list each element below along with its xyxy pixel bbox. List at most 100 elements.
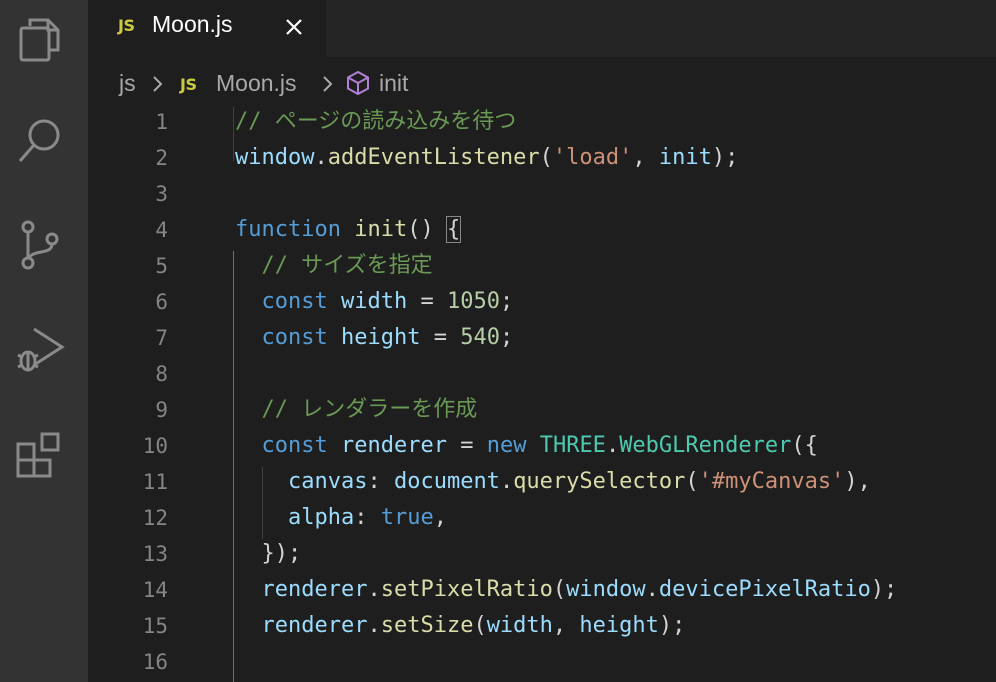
breadcrumb-folder[interactable]: js xyxy=(119,70,136,97)
code-token-punct xyxy=(235,289,262,314)
tab-moon-js[interactable]: JS Moon.js xyxy=(88,0,326,57)
line-code: const width = 1050; xyxy=(235,284,514,320)
code-line[interactable]: 9 // レンダラーを作成 xyxy=(88,392,996,428)
code-token-var: devicePixelRatio xyxy=(658,577,871,602)
js-file-icon: JS xyxy=(180,75,197,94)
code-line[interactable]: 15 renderer.setSize(width, height); xyxy=(88,608,996,644)
code-token-punct xyxy=(328,325,341,350)
source-control-icon[interactable] xyxy=(14,219,66,271)
breadcrumb-file[interactable]: Moon.js xyxy=(216,70,297,97)
line-number: 4 xyxy=(155,218,168,242)
line-code: canvas: document.querySelector('#myCanva… xyxy=(235,464,871,500)
code-token-punct: : xyxy=(354,505,381,530)
code-token-var: window xyxy=(235,145,315,170)
code-token-punct xyxy=(328,433,341,458)
code-token-class: THREE xyxy=(539,433,606,458)
line-number: 14 xyxy=(142,578,168,602)
code-line[interactable]: 4 function init() { xyxy=(88,212,996,248)
line-number: 7 xyxy=(155,326,168,350)
code-token-func: addEventListener xyxy=(327,145,540,170)
line-number: 2 xyxy=(155,146,168,170)
line-number: 9 xyxy=(155,398,168,422)
chevron-right-icon xyxy=(323,76,333,92)
line-number: 10 xyxy=(142,434,168,458)
code-token-punct xyxy=(341,217,354,242)
code-token-func: setPixelRatio xyxy=(380,577,553,602)
line-code: window.addEventListener('load', init); xyxy=(235,140,738,176)
code-token-punct: ( xyxy=(473,613,487,638)
line-number: 13 xyxy=(142,542,168,566)
code-token-bracket: { xyxy=(445,216,462,243)
code-editor[interactable]: 1// ページの読み込みを待つ 2 window.addEventListener(… xyxy=(88,107,996,682)
code-line[interactable]: 16 xyxy=(88,644,996,680)
run-debug-icon[interactable] xyxy=(14,323,66,375)
explorer-icon[interactable] xyxy=(14,12,66,64)
code-token-var: document xyxy=(393,469,500,494)
code-token-punct: () xyxy=(407,217,447,242)
code-token-punct xyxy=(235,541,262,566)
code-token-punct: ); xyxy=(711,145,739,170)
line-number: 16 xyxy=(142,650,168,674)
line-number: 11 xyxy=(142,470,168,494)
breadcrumb-symbol[interactable]: init xyxy=(379,70,408,97)
code-token-punct: }); xyxy=(261,541,302,566)
code-token-punct: , xyxy=(552,613,580,638)
line-code: // サイズを指定 xyxy=(235,248,433,284)
code-token-number: 1050 xyxy=(446,289,500,314)
line-code: // レンダラーを作成 xyxy=(235,392,478,428)
code-token-var: renderer xyxy=(340,433,447,458)
code-line[interactable]: 2 window.addEventListener('load', init); xyxy=(88,140,996,176)
code-line[interactable]: 1 // ページの読み込みを待つ xyxy=(88,104,996,140)
search-icon[interactable] xyxy=(14,115,66,167)
code-token-comment: // レンダラーを作成 xyxy=(261,397,478,422)
indent-guide xyxy=(233,107,234,161)
close-icon[interactable] xyxy=(282,15,306,39)
code-line[interactable]: 12 alpha: true, xyxy=(88,500,996,536)
code-token-punct: . xyxy=(499,469,514,494)
line-code: renderer.setSize(width, height); xyxy=(235,608,686,644)
code-token-var: width xyxy=(486,613,553,638)
code-token-punct: , xyxy=(433,505,447,530)
line-number: 8 xyxy=(155,362,168,386)
code-token-punct: ({ xyxy=(791,433,818,458)
code-line[interactable]: 8 xyxy=(88,356,996,392)
line-code: const height = 540; xyxy=(235,320,514,356)
code-line[interactable]: 6 const width = 1050; xyxy=(88,284,996,320)
chevron-right-icon xyxy=(153,76,163,92)
code-token-keyword: true xyxy=(380,505,434,530)
code-line[interactable]: 10 const renderer = new THREE.WebGLRende… xyxy=(88,428,996,464)
line-number: 3 xyxy=(155,182,168,206)
line-code: // ページの読み込みを待つ xyxy=(235,104,516,140)
code-token-punct: . xyxy=(367,577,381,602)
code-token-var: renderer xyxy=(261,577,368,602)
line-code: }); xyxy=(235,536,302,572)
line-code: renderer.setPixelRatio(window.devicePixe… xyxy=(235,572,898,608)
code-token-punct xyxy=(235,433,262,458)
code-token-punct: ( xyxy=(685,469,699,494)
code-token-punct: ; xyxy=(499,289,514,314)
code-line[interactable]: 11 canvas: document.querySelector('#myCa… xyxy=(88,464,996,500)
code-token-punct: . xyxy=(314,145,328,170)
activity-bar xyxy=(0,0,88,682)
code-token-string: 'load' xyxy=(552,145,633,170)
code-line[interactable]: 13 }); xyxy=(88,536,996,572)
extensions-icon[interactable] xyxy=(14,430,66,482)
code-line[interactable]: 14 renderer.setPixelRatio(window.deviceP… xyxy=(88,572,996,608)
line-number: 15 xyxy=(142,614,168,638)
line-number: 1 xyxy=(155,110,168,134)
code-token-punct xyxy=(235,613,262,638)
code-token-punct: ); xyxy=(870,577,898,602)
code-token-punct: , xyxy=(632,145,659,170)
code-token-punct xyxy=(526,433,539,458)
code-line[interactable]: 3 xyxy=(88,176,996,212)
code-line[interactable]: 7 const height = 540; xyxy=(88,320,996,356)
code-token-number: 540 xyxy=(460,325,500,350)
code-token-var: canvas xyxy=(287,469,368,494)
code-token-keyword: new xyxy=(486,433,527,458)
line-code: alpha: true, xyxy=(235,500,447,536)
code-token-func: init xyxy=(354,217,408,242)
js-file-icon: JS xyxy=(118,16,135,35)
code-token-punct: ); xyxy=(658,613,686,638)
code-line[interactable]: 5 // サイズを指定 xyxy=(88,248,996,284)
line-code: function init() { xyxy=(235,212,462,248)
